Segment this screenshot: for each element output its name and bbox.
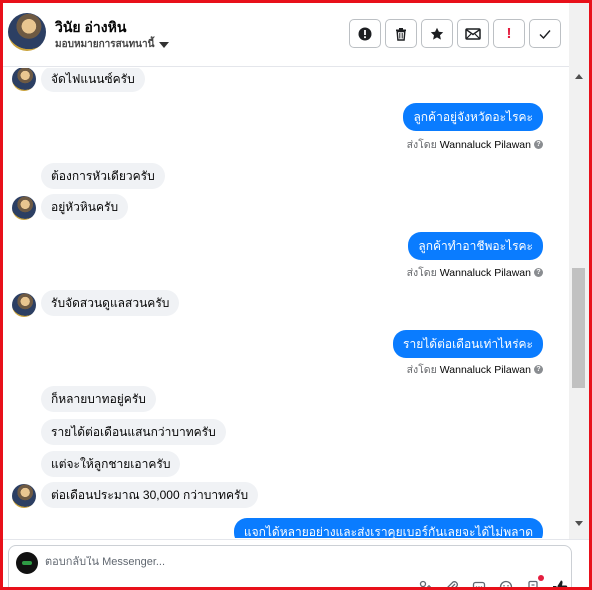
thumbs-up-icon (553, 580, 568, 587)
done-button[interactable] (529, 19, 561, 48)
payment-icon (528, 580, 538, 587)
check-icon (539, 29, 551, 39)
sent-by-name[interactable]: Wannaluck Pilawan (440, 364, 531, 376)
person-add-icon (419, 580, 431, 587)
scroll-up-icon[interactable] (575, 74, 583, 79)
delete-button[interactable] (385, 19, 417, 48)
contact-avatar-small (12, 484, 36, 508)
incoming-message[interactable]: ก็หลายบาทอยู่ครับ (41, 386, 156, 412)
trash-icon (396, 27, 406, 41)
sent-by-name[interactable]: Wannaluck Pilawan (440, 267, 531, 279)
reply-input[interactable] (45, 556, 445, 568)
incoming-message[interactable]: อยู่หัวหินครับ (41, 194, 129, 220)
payment-button[interactable] (525, 575, 544, 587)
window-frame: วินัย อ่างหิน มอบหมายการสนทนานี้ ! จัดไฟ… (0, 0, 592, 590)
saved-replies-button[interactable] (417, 579, 433, 587)
emoji-icon (499, 580, 513, 587)
message-thread[interactable]: จัดไฟแนนซ์ครับ ลูกค้าอยู่จังหวัดอะไรคะ ส… (3, 68, 569, 538)
important-button[interactable]: ! (493, 19, 525, 48)
sent-by-label: ส่งโดย Wannaluck Pilawan ? (407, 361, 543, 378)
attach-button[interactable] (444, 579, 460, 587)
star-button[interactable] (421, 19, 453, 48)
composer-area (3, 539, 589, 587)
caret-down-icon (159, 41, 170, 48)
sent-by-prefix: ส่งโดย (406, 267, 437, 279)
gif-button[interactable] (471, 579, 487, 587)
contact-avatar-small (12, 68, 36, 91)
sent-by-label: ส่งโดย Wannaluck Pilawan ? (407, 264, 543, 281)
assign-label: มอบหมายการสนทนานี้ (55, 39, 155, 50)
outgoing-message[interactable]: ลูกค้าอยู่จังหวัดอะไรคะ (403, 103, 543, 131)
incoming-message[interactable]: รายได้ต่อเดือนแสนกว่าบาทครับ (41, 419, 226, 445)
thread-scrollbar[interactable] (569, 3, 589, 539)
emoji-button[interactable] (498, 579, 514, 587)
scroll-thumb[interactable] (572, 268, 585, 388)
page-avatar (16, 552, 38, 574)
help-icon[interactable]: ? (534, 365, 543, 374)
contact-avatar[interactable] (8, 13, 46, 51)
star-icon (430, 27, 444, 40)
incoming-message[interactable]: จัดไฟแนนซ์ครับ (41, 68, 145, 92)
notification-dot (538, 575, 544, 581)
like-button[interactable] (552, 579, 568, 587)
contact-name[interactable]: วินัย อ่างหิน (55, 17, 126, 39)
reply-composer (8, 545, 572, 587)
help-icon[interactable]: ? (534, 268, 543, 277)
sent-by-prefix: ส่งโดย (406, 139, 437, 151)
gif-icon (472, 581, 486, 587)
contact-avatar-small (12, 196, 36, 220)
scroll-down-icon[interactable] (575, 521, 583, 526)
sent-by-prefix: ส่งโดย (406, 364, 437, 376)
outgoing-message[interactable]: แจกได้หลายอย่างและส่งเราคุยเบอร์กันเลยจะ… (233, 518, 543, 538)
incoming-message[interactable]: แต่จะให้ลูกชายเอาครับ (41, 451, 181, 477)
spam-button[interactable] (349, 19, 381, 48)
composer-tools (417, 575, 568, 587)
sent-by-name[interactable]: Wannaluck Pilawan (440, 139, 531, 151)
paperclip-icon (447, 581, 458, 587)
outgoing-message[interactable]: ลูกค้าทำอาชีพอะไรคะ (408, 232, 543, 260)
help-icon[interactable]: ? (534, 140, 543, 149)
contact-avatar-small (12, 293, 36, 317)
incoming-message[interactable]: ต้องการหัวเดียวครับ (41, 163, 165, 189)
outgoing-message[interactable]: รายได้ต่อเดือนเท่าไหร่คะ (393, 330, 543, 358)
incoming-message[interactable]: รับจัดสวนดูแลสวนครับ (41, 290, 180, 316)
conversation-header: วินัย อ่างหิน มอบหมายการสนทนานี้ ! (3, 3, 589, 67)
envelope-icon (465, 27, 481, 40)
mark-unread-button[interactable] (457, 19, 489, 48)
assign-conversation-dropdown[interactable]: มอบหมายการสนทนานี้ (55, 37, 170, 52)
conversation-toolbar: ! (349, 19, 561, 48)
exclamation-circle-icon (358, 27, 372, 40)
exclamation-icon: ! (506, 25, 512, 42)
incoming-message[interactable]: ต่อเดือนประมาณ 30,000 กว่าบาทครับ (41, 482, 259, 508)
sent-by-label: ส่งโดย Wannaluck Pilawan ? (407, 136, 543, 153)
